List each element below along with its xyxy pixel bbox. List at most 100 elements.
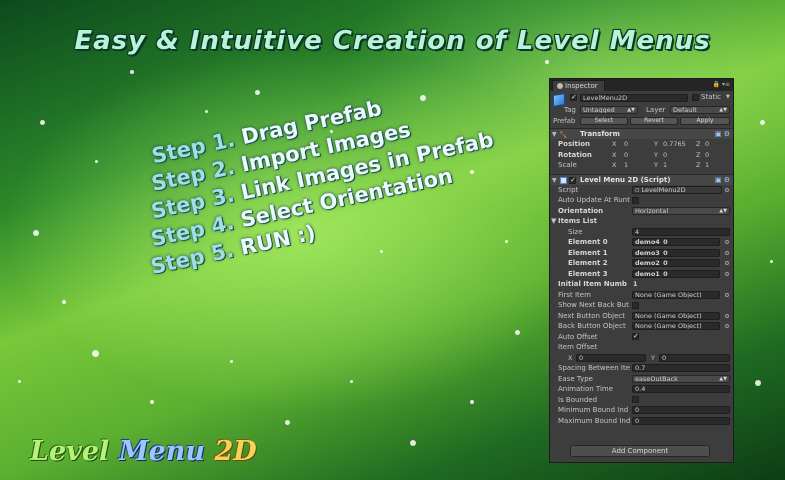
component-enabled-checkbox[interactable]: ✓: [569, 176, 576, 184]
object-picker-icon[interactable]: [725, 292, 729, 297]
active-checkbox[interactable]: ✓: [570, 94, 577, 101]
script-field[interactable]: ▫ LevelMenu2D: [632, 185, 722, 194]
rotation-x[interactable]: 0: [624, 150, 628, 161]
object-picker-icon[interactable]: [725, 261, 729, 265]
rotation-row: Rotation X0 Y0 Z0: [550, 150, 733, 161]
auto-update-checkbox[interactable]: [632, 196, 639, 204]
object-picker-icon[interactable]: [725, 240, 729, 244]
object-header: ✓ LevelMenu2D Static ▼: [550, 91, 733, 107]
prefab-apply-button[interactable]: Apply: [680, 116, 730, 125]
transform-icon: ⤡: [560, 130, 567, 139]
element-field[interactable]: demo1_0: [632, 269, 720, 278]
chevron-down-icon: ▲▼: [719, 207, 727, 214]
object-picker-icon[interactable]: [725, 250, 729, 255]
snowflake: [40, 120, 45, 125]
panel-menu-icon[interactable]: 🔒 ▾≡: [713, 81, 730, 88]
object-picker-icon[interactable]: [725, 324, 729, 328]
static-dropdown-arrow-icon[interactable]: ▼: [726, 92, 730, 103]
logo-word-menu: Menu: [118, 436, 206, 467]
object-name-field[interactable]: LevelMenu2D: [580, 93, 688, 102]
snowflake: [62, 300, 66, 304]
snowflake: [770, 260, 773, 263]
foldout-arrow-icon[interactable]: ▼: [551, 216, 556, 227]
is-bounded-row: Is Bounded: [550, 395, 733, 406]
orientation-dropdown[interactable]: Horizontal ▲▼: [632, 206, 730, 215]
auto-offset-checkbox[interactable]: ✓: [632, 333, 639, 341]
orientation-row: Orientation Horizontal ▲▼: [550, 206, 733, 217]
chevron-down-icon: ▲▼: [627, 107, 635, 114]
layer-value: Default: [673, 106, 697, 115]
position-y[interactable]: 0.7765: [663, 139, 686, 150]
static-checkbox[interactable]: [692, 94, 699, 101]
items-list-label: Items List: [558, 217, 597, 225]
back-button-field[interactable]: None (Game Object): [632, 322, 720, 331]
position-z[interactable]: 0: [705, 139, 709, 150]
scale-label: Scale: [558, 161, 577, 169]
object-picker-icon[interactable]: [725, 271, 729, 276]
item-offset-row: Item Offset: [550, 342, 733, 353]
logo-word-level: Level: [30, 436, 110, 467]
snowflake: [18, 380, 21, 383]
tag-dropdown[interactable]: Untagged ▲▼: [580, 106, 638, 115]
object-picker-icon[interactable]: [725, 313, 729, 318]
transform-header[interactable]: ▼ ⤡ Transform ▣ ⚙: [550, 128, 733, 139]
scale-y[interactable]: 1: [663, 160, 667, 171]
orientation-label: Orientation: [558, 206, 604, 215]
object-picker-icon[interactable]: [725, 187, 729, 192]
position-row: Position X0 Y 0.7765 Z0: [550, 139, 733, 150]
rotation-z[interactable]: 0: [705, 150, 709, 161]
logo-word-2d: 2D: [214, 436, 257, 467]
min-bound-field[interactable]: 0: [632, 406, 730, 415]
element-field[interactable]: demo4_0: [632, 238, 720, 247]
scale-z[interactable]: 1: [705, 160, 709, 171]
element-label: Element 1: [568, 248, 608, 257]
animation-time-field[interactable]: 0.4: [632, 385, 730, 394]
tab-label: Inspector: [565, 82, 598, 90]
tab-inspector[interactable]: Inspector: [552, 80, 605, 91]
initial-item-field[interactable]: 1: [633, 279, 638, 290]
add-component-button[interactable]: Add Component: [570, 445, 710, 457]
ease-type-value: easeOutBack: [635, 374, 678, 383]
script-label: Script: [558, 185, 579, 194]
element-row: Element 2 demo2_0: [550, 258, 733, 269]
next-button-row: Next Button Object None (Game Object): [550, 311, 733, 322]
axis-y-label: Y: [651, 353, 655, 362]
prefab-row: Prefab Select Revert Apply: [550, 116, 733, 127]
size-field[interactable]: 4: [632, 227, 730, 236]
axis-z-label: Z: [696, 150, 701, 159]
next-button-label: Next Button Object: [558, 311, 626, 320]
layer-dropdown[interactable]: Default ▲▼: [670, 106, 730, 115]
snowflake: [92, 350, 99, 357]
prefab-select-button[interactable]: Select: [580, 116, 628, 125]
size-row: Size 4: [550, 227, 733, 238]
element-field[interactable]: demo2_0: [632, 259, 720, 268]
first-item-row: First Item None (Game Object): [550, 290, 733, 301]
first-item-field[interactable]: None (Game Object): [632, 290, 720, 299]
spacing-label: Spacing Between Ite: [558, 364, 631, 372]
element-field[interactable]: demo3_0: [632, 248, 720, 257]
show-next-back-label: Show Next Back But: [558, 301, 629, 309]
animation-time-label: Animation Time: [558, 385, 614, 393]
ease-type-dropdown[interactable]: easeOutBack ▲▼: [632, 374, 730, 383]
item-offset-y[interactable]: 0: [659, 353, 730, 362]
auto-offset-label: Auto Offset: [558, 332, 598, 341]
items-list-row[interactable]: ▼ Items List: [550, 216, 733, 227]
prefab-revert-button[interactable]: Revert: [630, 116, 678, 125]
snowflake: [380, 250, 383, 253]
show-next-back-checkbox[interactable]: [632, 301, 639, 309]
script-icon: [560, 176, 567, 184]
first-item-label: First Item: [558, 290, 591, 299]
snowflake: [285, 420, 290, 425]
rotation-y[interactable]: 0: [663, 150, 667, 161]
orientation-value: Horizontal: [635, 206, 669, 215]
spacing-field[interactable]: 0.7: [632, 364, 730, 373]
max-bound-field[interactable]: 0: [632, 416, 730, 425]
is-bounded-checkbox[interactable]: [632, 396, 639, 404]
next-button-field[interactable]: None (Game Object): [632, 311, 720, 320]
position-x[interactable]: 0: [624, 139, 628, 150]
snowflake: [95, 160, 98, 163]
item-offset-x[interactable]: 0: [576, 353, 646, 362]
script-component-header[interactable]: ▼ ✓ Level Menu 2D (Script) ▣ ⚙: [550, 173, 733, 185]
scale-x[interactable]: 1: [624, 160, 628, 171]
back-button-row: Back Button Object None (Game Object): [550, 321, 733, 332]
